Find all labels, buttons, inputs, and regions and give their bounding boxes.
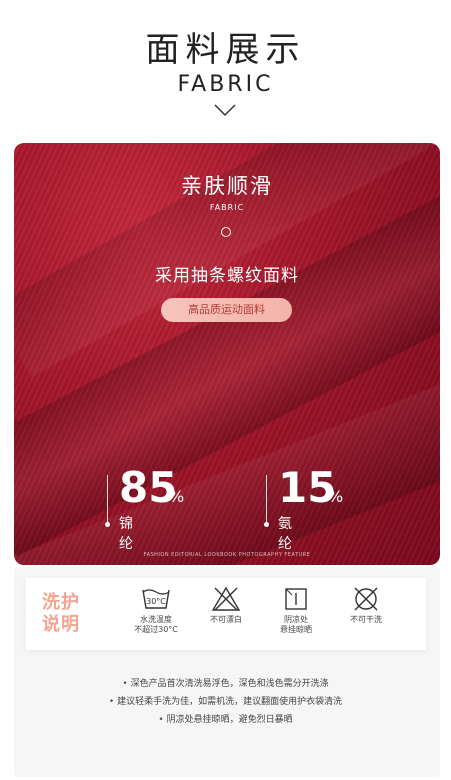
photo-credit: FASHION EDITORIAL LOOKBOOK PHOTOGRAPHY F…: [143, 552, 311, 558]
chevron-down-icon: [214, 104, 236, 117]
care-item-wash: 30°C 水洗温度 不超过30°C: [121, 586, 191, 635]
page-title: 面料展示: [145, 30, 306, 70]
tip-item: 建议轻柔手洗为佳，如需机洗，建议翻面使用护衣袋清洗: [0, 693, 451, 711]
line-dry-shade-icon: [285, 588, 307, 610]
circle-icon: [221, 227, 231, 237]
fabric-description: 采用抽条螺纹面料: [155, 266, 299, 286]
fabric-subtitle: FABRIC: [209, 203, 245, 212]
care-item-label: 悬挂晾晒: [280, 625, 312, 634]
fabric-badge: 高品质运动面料: [161, 298, 292, 322]
section-header: 面料展示 FABRIC: [0, 0, 451, 135]
stat-unit: %: [328, 487, 344, 506]
care-item-dry: 阴凉处 悬挂晾晒: [261, 586, 331, 635]
wash-30-icon: 30°C: [142, 589, 170, 609]
care-card: 洗护说明 30°C 水洗温度 不超过30°C 不可漂白 阴凉处 悬挂晾晒 不可干…: [26, 578, 426, 650]
care-item-label: 不可漂白: [210, 615, 242, 624]
care-tips: 深色产品首次清洗易浮色，深色和浅色需分开洗涤 建议轻柔手洗为佳，如需机洗，建议翻…: [0, 675, 451, 729]
page-subtitle: FABRIC: [177, 72, 274, 97]
tip-item: 深色产品首次清洗易浮色，深色和浅色需分开洗涤: [0, 675, 451, 693]
care-item-label: 阴凉处: [284, 615, 308, 624]
care-item-dryclean: 不可干洗: [331, 586, 401, 625]
care-item-label: 不超过30°C: [134, 625, 178, 634]
stat-label: 氨纶: [278, 516, 293, 552]
stat-label: 锦纶: [119, 516, 134, 552]
fabric-title: 亲肤顺滑: [181, 174, 273, 198]
care-item-label: 不可干洗: [350, 615, 382, 624]
svg-text:30°C: 30°C: [146, 597, 166, 606]
stat-unit: %: [169, 487, 185, 506]
tip-item: 阴凉处悬挂晾晒，避免烈日暴晒: [0, 711, 451, 729]
fabric-image-panel: 亲肤顺滑 FABRIC 采用抽条螺纹面料 高品质运动面料 85 % 锦纶 15 …: [14, 143, 440, 565]
no-dry-clean-icon: [354, 587, 378, 611]
no-bleach-icon: [211, 586, 241, 611]
care-item-bleach: 不可漂白: [191, 586, 261, 625]
care-title: 洗护说明: [42, 592, 80, 635]
care-item-label: 水洗温度: [140, 615, 172, 624]
